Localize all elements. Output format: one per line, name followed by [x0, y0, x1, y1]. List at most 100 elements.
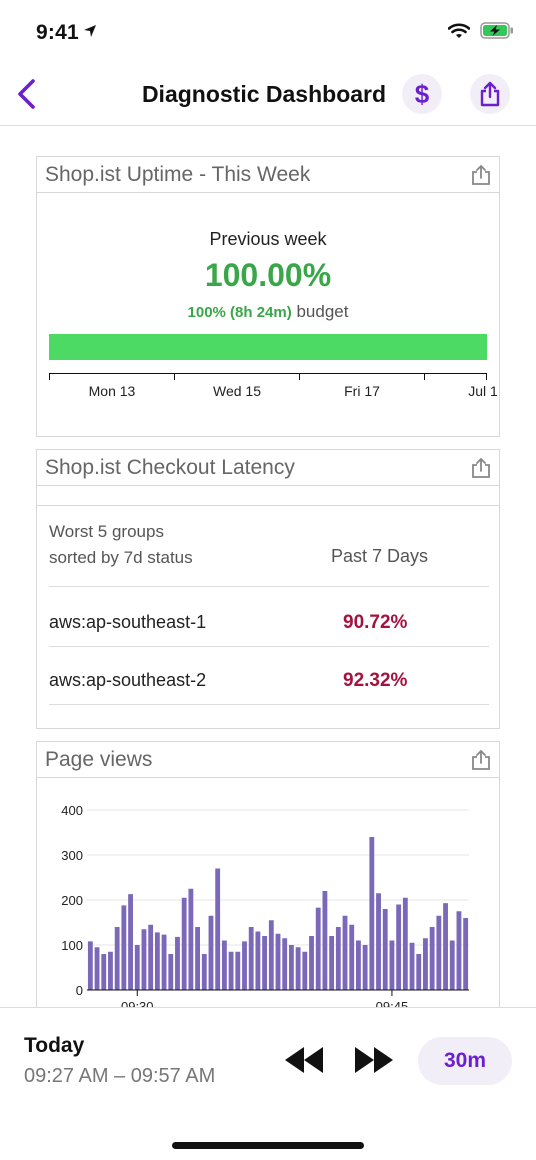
chart-bar[interactable] — [141, 929, 147, 990]
chart-bar[interactable] — [329, 936, 335, 990]
latency-widget-header: Shop.ist Checkout Latency — [37, 450, 499, 486]
chart-bar[interactable] — [282, 938, 288, 990]
chart-bar[interactable] — [436, 915, 442, 990]
chart-bar[interactable] — [463, 918, 469, 990]
chart-bar[interactable] — [315, 907, 321, 990]
chart-bar[interactable] — [423, 938, 428, 990]
chart-bar[interactable] — [443, 903, 448, 990]
battery-charging-icon — [480, 22, 514, 44]
uptime-value: 100.00% — [204, 257, 332, 293]
chart-bar[interactable] — [235, 951, 241, 990]
chart-bar[interactable] — [275, 933, 281, 990]
chart-bar[interactable] — [288, 945, 294, 990]
page-views-chart: 0 100 200 300 400 09:30 09:45 — [61, 803, 469, 1007]
time-range-button[interactable]: 30m — [418, 1037, 512, 1085]
chart-bar[interactable] — [215, 868, 221, 991]
chart-bar[interactable] — [175, 936, 180, 990]
dollar-icon: $ — [414, 79, 430, 109]
chart-bar[interactable] — [322, 891, 328, 990]
chart-bar[interactable] — [382, 909, 388, 990]
chart-bar[interactable] — [148, 924, 154, 990]
uptime-budget-value: 100% (8h 24m) — [187, 304, 292, 321]
dashboard-content[interactable]: Shop.ist Uptime - This Week Previous wee… — [0, 127, 536, 1007]
chart-bar[interactable] — [248, 927, 254, 990]
clock-text: 9:41 — [36, 21, 79, 44]
page-views-widget-header: Page views — [37, 742, 499, 778]
axis-tick-label: Mon 13 — [88, 383, 136, 399]
rewind-icon[interactable] — [282, 1044, 326, 1076]
chart-bar[interactable] — [208, 915, 214, 990]
chart-bar[interactable] — [228, 951, 234, 990]
share-icon[interactable] — [471, 457, 491, 479]
chart-bar[interactable] — [128, 894, 133, 990]
chart-bar[interactable] — [349, 924, 355, 990]
chart-bar[interactable] — [134, 945, 140, 990]
share-button[interactable] — [470, 74, 510, 114]
uptime-axis — [49, 373, 487, 374]
axis-tick — [299, 373, 300, 380]
chart-bar[interactable] — [389, 940, 395, 991]
chart-bar[interactable] — [429, 927, 435, 990]
chart-bar[interactable] — [94, 947, 100, 990]
chart-bar[interactable] — [335, 927, 341, 990]
latency-header-line1: Worst 5 groups — [49, 522, 164, 541]
chart-bar[interactable] — [396, 904, 402, 991]
y-tick-label: 0 — [76, 983, 83, 998]
x-tick-label: 09:30 — [121, 999, 154, 1007]
chart-bar[interactable] — [154, 932, 160, 990]
latency-row-name: aws:ap-southeast-1 — [49, 612, 207, 632]
chart-bar[interactable] — [87, 941, 93, 990]
chart-bar[interactable] — [309, 936, 314, 990]
latency-row-value: 92.32% — [343, 670, 408, 691]
y-tick-label: 400 — [61, 803, 83, 818]
chart-bar[interactable] — [114, 927, 120, 990]
latency-widget: Shop.ist Checkout Latency Worst 5 groups… — [36, 449, 500, 729]
time-range-button-label: 30m — [443, 1049, 487, 1072]
latency-row-value: 90.72% — [343, 612, 408, 633]
chart-bar[interactable] — [302, 951, 308, 990]
chart-bar[interactable] — [101, 954, 107, 990]
nav-bar: Diagnostic Dashboard $ — [0, 62, 536, 126]
fast-forward-icon[interactable] — [352, 1044, 396, 1076]
chart-bar[interactable] — [376, 893, 381, 990]
uptime-widget-title: Shop.ist Uptime - This Week — [45, 163, 311, 186]
chart-bar[interactable] — [108, 951, 113, 990]
share-icon[interactable] — [471, 749, 491, 771]
page-views-widget: Page views 0 100 200 300 400 09:30 09:45 — [36, 741, 500, 1007]
chart-bar[interactable] — [268, 920, 274, 990]
chart-bar[interactable] — [356, 940, 361, 991]
chart-bar[interactable] — [221, 940, 227, 991]
axis-tick — [424, 373, 425, 380]
axis-tick-label: Wed 15 — [213, 383, 261, 399]
axis-tick — [486, 373, 487, 380]
chart-bar[interactable] — [342, 915, 348, 990]
chart-bar[interactable] — [409, 942, 415, 990]
chart-bar[interactable] — [402, 897, 408, 990]
chart-bar[interactable] — [362, 945, 368, 990]
chart-bar[interactable] — [369, 837, 375, 990]
chart-bar[interactable] — [168, 954, 174, 990]
chart-bar[interactable] — [416, 954, 422, 990]
latency-widget-title: Shop.ist Checkout Latency — [45, 456, 295, 479]
chart-bar[interactable] — [255, 931, 261, 991]
cost-button[interactable]: $ — [402, 74, 442, 114]
share-icon[interactable] — [471, 164, 491, 186]
row-divider — [49, 704, 489, 705]
axis-tick — [174, 373, 175, 380]
y-tick-label: 200 — [61, 893, 83, 908]
latency-header-line2: sorted by 7d status — [49, 548, 193, 567]
time-range-label: 09:27 AM – 09:57 AM — [24, 1065, 216, 1087]
chart-bar[interactable] — [121, 905, 127, 990]
page-views-widget-title: Page views — [45, 748, 153, 771]
chart-bar[interactable] — [242, 941, 247, 990]
chart-bar[interactable] — [295, 947, 301, 990]
chart-bar[interactable] — [195, 927, 200, 990]
page-title: Diagnostic Dashboard — [0, 81, 528, 108]
chart-bar[interactable] — [181, 897, 187, 990]
chart-bar[interactable] — [456, 911, 462, 990]
chart-bar[interactable] — [161, 934, 167, 990]
chart-bar[interactable] — [201, 954, 207, 990]
chart-bar[interactable] — [262, 936, 268, 990]
chart-bar[interactable] — [188, 888, 194, 990]
chart-bar[interactable] — [449, 940, 455, 991]
